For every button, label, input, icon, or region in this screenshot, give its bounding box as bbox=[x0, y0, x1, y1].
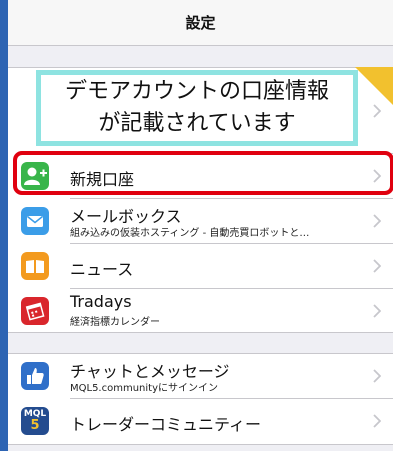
trader-community-label: トレーダーコミュニティー bbox=[70, 415, 262, 434]
settings-group-community: チャットとメッセージ MQL5.communityにサインイン MQL 5 トレ… bbox=[8, 353, 393, 445]
news-label: ニュース bbox=[70, 260, 134, 279]
mql5-icon-digit: 5 bbox=[30, 418, 40, 433]
new-account-highlight bbox=[13, 151, 393, 195]
page-title: 設定 bbox=[185, 14, 216, 32]
annotation-line-1: デモアカウントの口座情報 bbox=[64, 79, 329, 104]
mailbox-subtitle: 組み込みの仮装ホスティング - 自動売買ロボットと… bbox=[70, 228, 310, 239]
corner-ribbon bbox=[355, 67, 393, 105]
calendar-icon bbox=[21, 297, 49, 325]
trader-community-row[interactable]: MQL 5 トレーダーコミュニティー bbox=[8, 399, 393, 443]
settings-screen: 設定 新規口座 メールボックス 組み込みの仮装ホスティング - 自動売買ロボット… bbox=[8, 0, 393, 451]
annotation-line-2: が記載されています bbox=[98, 111, 296, 136]
book-icon bbox=[21, 252, 49, 280]
chevron-right-icon bbox=[373, 369, 381, 383]
mql5-icon: MQL 5 bbox=[21, 407, 49, 435]
chevron-right-icon bbox=[373, 414, 381, 428]
nav-bar: 設定 bbox=[8, 0, 393, 46]
tradays-label: Tradays bbox=[70, 292, 132, 311]
tradays-row[interactable]: Tradays 経済指標カレンダー bbox=[8, 289, 393, 333]
chat-subtitle: MQL5.communityにサインイン bbox=[70, 383, 219, 394]
chevron-right-icon bbox=[373, 103, 381, 118]
demo-account-annotation: デモアカウントの口座情報 が記載されています bbox=[36, 70, 358, 146]
mail-icon bbox=[21, 207, 49, 235]
news-row[interactable]: ニュース bbox=[8, 244, 393, 288]
tradays-subtitle: 経済指標カレンダー bbox=[70, 317, 160, 328]
chat-row[interactable]: チャットとメッセージ MQL5.communityにサインイン bbox=[8, 354, 393, 398]
chevron-right-icon bbox=[373, 259, 381, 273]
thumbs-up-icon bbox=[21, 362, 49, 390]
chevron-right-icon bbox=[373, 304, 381, 318]
mailbox-row[interactable]: メールボックス 組み込みの仮装ホスティング - 自動売買ロボットと… bbox=[8, 199, 393, 243]
chevron-right-icon bbox=[373, 214, 381, 228]
